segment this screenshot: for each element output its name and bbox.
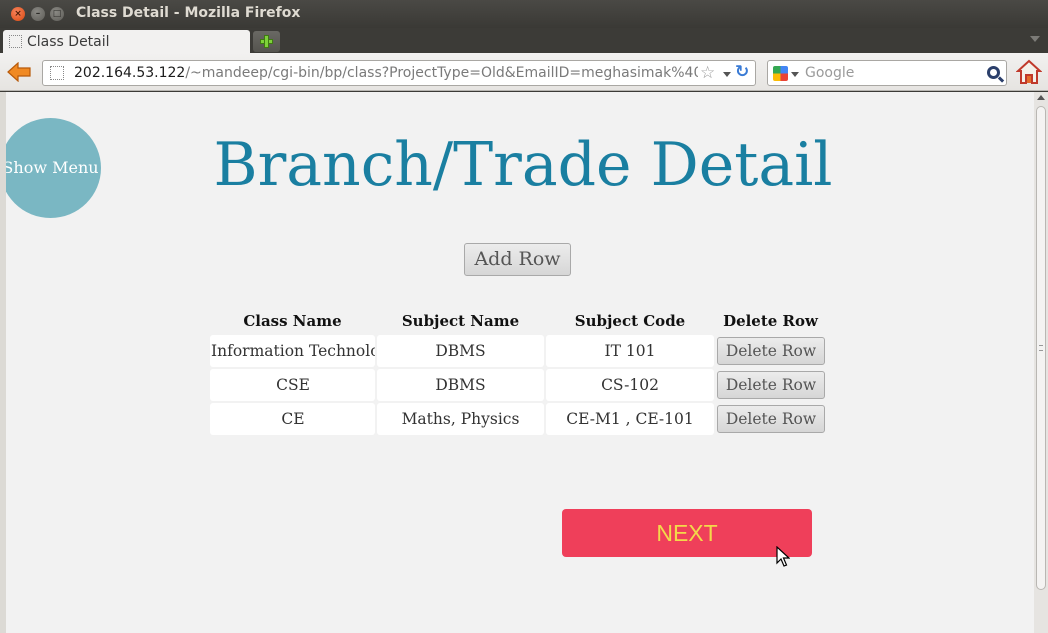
tab-list-icon[interactable] <box>1030 36 1040 42</box>
header-subject-code: Subject Code <box>574 312 686 330</box>
google-engine-icon[interactable] <box>773 66 788 81</box>
bookmark-star-icon[interactable]: ☆ <box>700 63 715 83</box>
add-row-button[interactable]: Add Row <box>464 243 571 276</box>
page-content: Show Menu Branch/Trade Detail Add Row Cl… <box>0 92 1034 633</box>
window-minimize-button[interactable]: – <box>31 7 45 21</box>
delete-row-button[interactable]: Delete Row <box>717 405 825 433</box>
class-table: Class Name Subject Name Subject Code Del… <box>208 307 827 437</box>
grip-icon <box>1039 345 1043 351</box>
page-title: Branch/Trade Detail <box>213 130 833 200</box>
subject-name-input[interactable]: DBMS <box>377 369 544 401</box>
site-identity-icon[interactable] <box>50 66 64 80</box>
tab-class-detail[interactable]: Class Detail <box>3 30 250 53</box>
next-button[interactable]: NEXT <box>562 509 812 557</box>
class-name-input[interactable]: CSE <box>210 369 375 401</box>
table-row: CSE DBMS CS-102 Delete Row <box>210 369 825 401</box>
delete-row-button[interactable]: Delete Row <box>717 337 825 365</box>
url-host: 202.164.53.122 <box>74 65 186 81</box>
subject-code-input[interactable]: IT 101 <box>546 335 714 367</box>
scrollbar-thumb[interactable] <box>1036 106 1046 590</box>
subject-name-input[interactable]: Maths, Physics <box>377 403 544 435</box>
page-icon <box>9 35 22 48</box>
vertical-scrollbar[interactable] <box>1034 92 1048 633</box>
back-arrow-icon[interactable] <box>7 62 31 82</box>
subject-code-input[interactable]: CS-102 <box>546 369 714 401</box>
mouse-cursor-icon <box>776 546 790 567</box>
class-name-input[interactable]: CE <box>210 403 375 435</box>
tab-bar: Class Detail <box>0 28 1048 53</box>
subject-code-input[interactable]: CE-M1 , CE-101 <box>546 403 714 435</box>
url-history-dropdown-icon[interactable] <box>723 72 731 77</box>
window-titlebar: × – □ Class Detail - Mozilla Firefox <box>0 0 1048 28</box>
url-text[interactable]: 202.164.53.122/~mandeep/cgi-bin/bp/class… <box>74 65 698 81</box>
header-subject-name: Subject Name <box>401 312 520 330</box>
header-class-name: Class Name <box>243 312 342 330</box>
delete-row-button[interactable]: Delete Row <box>717 371 825 399</box>
navigation-toolbar: 202.164.53.122/~mandeep/cgi-bin/bp/class… <box>0 53 1048 91</box>
reload-icon[interactable]: ↻ <box>735 62 749 82</box>
search-input[interactable]: Google <box>805 65 854 81</box>
table-row: CE Maths, Physics CE-M1 , CE-101 Delete … <box>210 403 825 435</box>
search-engine-dropdown-icon[interactable] <box>791 72 799 77</box>
url-path: /~mandeep/cgi-bin/bp/class?ProjectType=O… <box>185 65 698 81</box>
tab-label: Class Detail <box>27 34 110 50</box>
new-tab-button[interactable] <box>253 31 280 52</box>
url-bar[interactable]: 202.164.53.122/~mandeep/cgi-bin/bp/class… <box>42 60 756 86</box>
class-name-input[interactable]: Information Technolo <box>210 335 375 367</box>
scroll-up-arrow-icon[interactable] <box>1037 95 1045 100</box>
home-icon[interactable] <box>1016 59 1042 85</box>
search-icon[interactable] <box>987 66 1000 79</box>
window-maximize-button[interactable]: □ <box>50 7 64 21</box>
window-close-button[interactable]: × <box>11 7 25 21</box>
window-title: Class Detail - Mozilla Firefox <box>76 5 301 21</box>
table-header-row: Class Name Subject Name Subject Code Del… <box>210 309 825 333</box>
search-bar[interactable]: Google <box>767 60 1007 86</box>
header-delete-row: Delete Row <box>723 312 818 330</box>
subject-name-input[interactable]: DBMS <box>377 335 544 367</box>
table-row: Information Technolo DBMS IT 101 Delete … <box>210 335 825 367</box>
